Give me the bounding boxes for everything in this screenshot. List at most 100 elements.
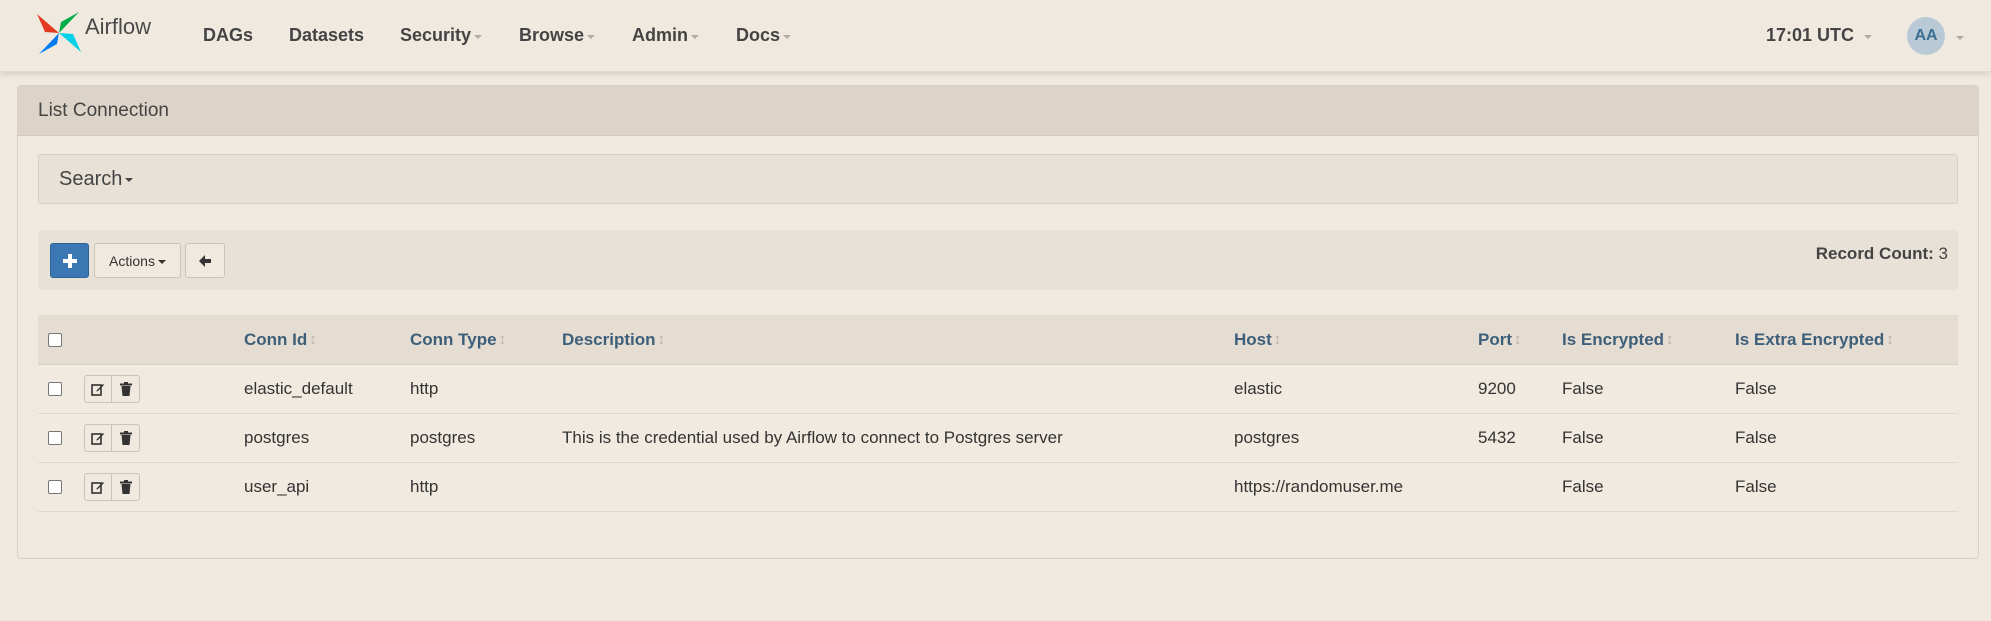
cell-conn-id: user_api	[244, 477, 310, 496]
row-actions	[84, 414, 140, 462]
col-port-label: Port	[1478, 329, 1512, 349]
add-record-button[interactable]	[50, 243, 89, 278]
search-toggle[interactable]: Search	[38, 154, 1958, 204]
cell-conn-id: postgres	[244, 428, 310, 447]
row-select-cell	[48, 414, 62, 462]
clock-dropdown[interactable]: 17:01 UTC	[1766, 25, 1873, 46]
connections-table: Conn Id ↕ Conn Type ↕ Description ↕ Host ↕ P…	[38, 315, 1958, 512]
col-port[interactable]: Port ↕	[1478, 315, 1522, 364]
select-all-checkbox[interactable]	[48, 332, 62, 347]
top-navbar: Airflow DAGs Datasets Security Browse Ad…	[0, 0, 1991, 72]
row-action-group	[84, 375, 140, 403]
list-toolbar: Actions Record Count: 3	[38, 230, 1958, 290]
sort-icon: ↕	[657, 331, 666, 348]
trash-icon	[119, 431, 132, 445]
delete-record-button[interactable]	[112, 473, 140, 501]
sort-icon: ↕	[1514, 331, 1522, 348]
brand-link[interactable]: Airflow	[35, 10, 151, 56]
cell-host: elastic	[1234, 379, 1283, 398]
sort-icon: ↕	[498, 331, 507, 348]
row-checkbox[interactable]	[48, 382, 62, 396]
table-header: Conn Id ↕ Conn Type ↕ Description ↕ Host ↕ P…	[38, 315, 1958, 365]
edit-icon	[91, 482, 104, 494]
row-checkbox[interactable]	[48, 480, 62, 494]
nav-datasets-label: Datasets	[289, 25, 365, 45]
cell-is-extra-encrypted: False	[1735, 428, 1777, 447]
edit-icon	[91, 433, 104, 445]
record-count-label: Record Count:	[1815, 244, 1934, 263]
row-checkbox[interactable]	[48, 431, 62, 445]
chevron-down-icon	[125, 178, 134, 182]
chevron-down-icon	[474, 34, 483, 39]
delete-record-button[interactable]	[112, 375, 140, 403]
cell-conn-type: http	[410, 379, 439, 398]
col-host[interactable]: Host ↕	[1234, 315, 1281, 364]
sort-icon: ↕	[1273, 331, 1282, 348]
clock-time: 17:01 UTC	[1766, 25, 1855, 45]
actions-dropdown-button[interactable]: Actions	[94, 243, 181, 278]
record-count-value: 3	[1938, 244, 1948, 263]
search-label: Search	[59, 167, 123, 190]
edit-record-button[interactable]	[84, 375, 112, 403]
nav-admin-label: Admin	[632, 25, 688, 45]
cell-conn-id: elastic_default	[244, 379, 353, 398]
col-is-encrypted-label: Is Encrypted	[1562, 329, 1665, 349]
sort-icon: ↕	[1886, 331, 1894, 348]
cell-is-encrypted: False	[1562, 379, 1604, 398]
row-action-group	[84, 424, 140, 452]
col-conn-type[interactable]: Conn Type ↕	[410, 315, 506, 364]
actions-label: Actions	[109, 252, 155, 269]
back-button[interactable]	[185, 243, 225, 278]
nav-security[interactable]: Security	[400, 25, 483, 46]
col-is-extra-encrypted[interactable]: Is Extra Encrypted ↕	[1735, 315, 1894, 364]
cell-host: postgres	[1234, 428, 1300, 447]
nav-docs[interactable]: Docs	[736, 25, 792, 46]
airflow-logo-icon	[37, 12, 81, 54]
cell-is-encrypted: False	[1562, 477, 1604, 496]
plus-icon	[62, 253, 77, 268]
col-description[interactable]: Description ↕	[562, 315, 665, 364]
chevron-down-icon	[783, 34, 792, 39]
edit-record-button[interactable]	[84, 473, 112, 501]
nav-browse[interactable]: Browse	[519, 25, 596, 46]
nav-dags[interactable]: DAGs	[203, 25, 253, 46]
edit-record-button[interactable]	[84, 424, 112, 452]
cell-is-encrypted: False	[1562, 428, 1604, 447]
row-actions	[84, 463, 140, 511]
table-row: postgres postgres This is the credential…	[38, 414, 1958, 463]
chevron-down-icon	[1864, 34, 1873, 39]
chevron-down-icon	[157, 259, 166, 264]
row-actions	[84, 365, 140, 413]
col-is-extra-encrypted-label: Is Extra Encrypted	[1735, 329, 1885, 349]
cell-port: 9200	[1478, 379, 1516, 398]
edit-icon	[91, 384, 104, 396]
trash-icon	[119, 382, 132, 396]
nav-admin[interactable]: Admin	[632, 25, 699, 46]
brand-name: Airflow	[85, 14, 152, 39]
trash-icon	[119, 480, 132, 494]
col-conn-id-label: Conn Id	[244, 329, 308, 349]
sort-icon: ↕	[309, 331, 317, 348]
nav-docs-label: Docs	[736, 25, 781, 45]
chevron-down-icon	[587, 34, 596, 39]
row-select-cell	[48, 365, 62, 413]
nav-browse-label: Browse	[519, 25, 585, 45]
chevron-down-icon[interactable]	[1956, 36, 1964, 40]
cell-is-extra-encrypted: False	[1735, 477, 1777, 496]
record-count: Record Count: 3	[1816, 244, 1948, 264]
row-select-cell	[48, 463, 62, 511]
col-is-encrypted[interactable]: Is Encrypted ↕	[1562, 315, 1674, 364]
chevron-down-icon	[691, 34, 699, 39]
cell-host: https://randomuser.me	[1234, 477, 1404, 496]
cell-is-extra-encrypted: False	[1735, 379, 1777, 398]
nav-dags-label: DAGs	[203, 25, 254, 45]
cell-conn-type: postgres	[410, 428, 476, 447]
col-host-label: Host	[1234, 329, 1272, 349]
table-row: elastic_default http elastic 9200 False …	[38, 365, 1958, 414]
delete-record-button[interactable]	[112, 424, 140, 452]
user-avatar[interactable]: AA	[1907, 17, 1945, 55]
cell-conn-type: http	[410, 477, 439, 496]
panel-title: List Connection	[18, 86, 1978, 136]
nav-datasets[interactable]: Datasets	[289, 25, 364, 46]
col-conn-id[interactable]: Conn Id ↕	[244, 315, 317, 364]
